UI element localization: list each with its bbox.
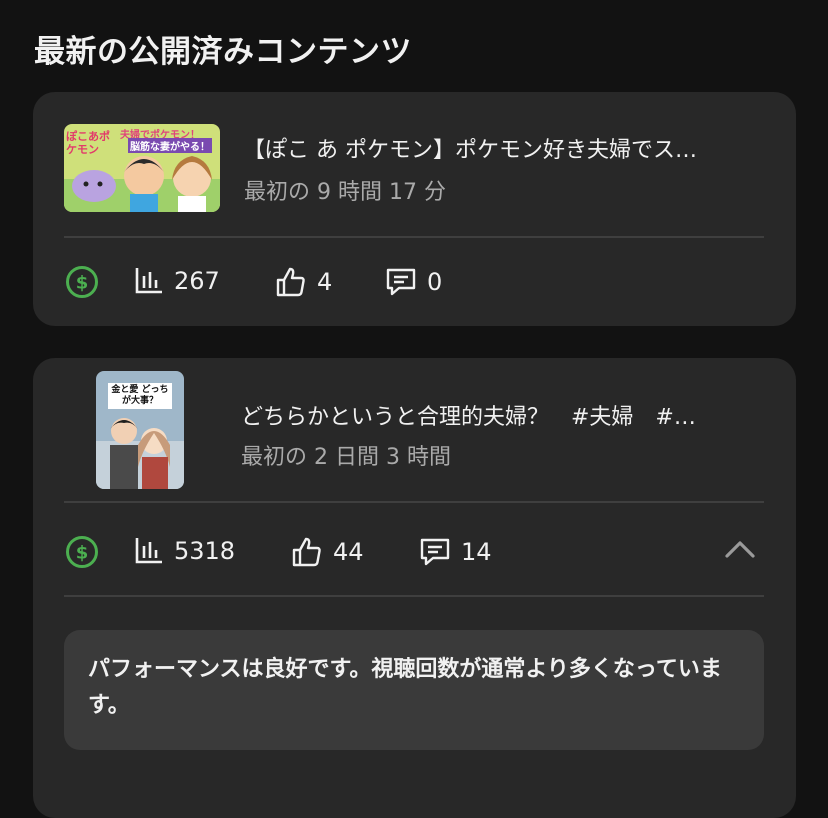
views-count: 5318 [174,537,236,565]
video-title[interactable]: どちらかというと合理的夫婦？ #夫婦 #… [241,399,763,431]
views-stat: 267 [134,266,220,296]
performance-note: パフォーマンスは良好です。視聴回数が通常より多くなっています。 [88,657,722,718]
svg-text:$: $ [76,273,89,294]
comments-count: 14 [461,538,492,566]
chevron-up-icon[interactable] [723,538,757,560]
views-count: 267 [174,267,220,295]
likes-count: 44 [333,538,364,566]
divider [64,595,764,597]
comments-count: 0 [427,268,443,296]
thumbs-up-icon [292,537,321,567]
divider [64,236,764,238]
thumbnail-logo: ぽこあポケモン [66,130,110,156]
comment-icon [420,538,450,566]
thumbs-up-icon [276,267,305,297]
video-age: 最初の 9 時間 17 分 [244,180,446,205]
divider [64,501,764,503]
comments-stat: 0 [385,266,442,298]
performance-note-box: パフォーマンスは良好です。視聴回数が通常より多くなっています。 [64,630,764,750]
comment-icon [386,268,416,296]
views-stat: 5318 [134,536,235,566]
section-title: 最新の公開済みコンテンツ [34,34,412,70]
video-card[interactable]: 夫婦でポケモン！ 脳筋な妻がやる！ ぽこあポケモン 【ぽこ あ ポケモン】ポケモ… [33,92,796,326]
likes-stat: 44 [291,536,364,568]
bar-chart-icon [135,268,162,294]
likes-count: 4 [317,268,333,296]
comments-stat: 14 [419,536,492,568]
svg-text:$: $ [76,543,89,564]
dollar-circle-icon: $ [66,266,98,298]
thumbnail-caption: 脳筋な妻がやる！ [128,138,212,153]
thumbnail-caption: 金と愛 どっちが大事？ [108,383,172,409]
video-card[interactable]: 金と愛 どっちが大事？ どちらかというと合理的夫婦？ #夫婦 #… 最初の 2 … [33,358,796,818]
likes-stat: 4 [275,266,332,298]
dollar-circle-icon: $ [66,536,98,568]
video-age: 最初の 2 日間 3 時間 [241,445,451,470]
bar-chart-icon [135,538,162,564]
video-title[interactable]: 【ぽこ あ ポケモン】ポケモン好き夫婦でス… [243,132,763,164]
video-thumbnail[interactable]: 夫婦でポケモン！ 脳筋な妻がやる！ ぽこあポケモン [64,124,220,212]
video-thumbnail[interactable]: 金と愛 どっちが大事？ [96,371,184,489]
